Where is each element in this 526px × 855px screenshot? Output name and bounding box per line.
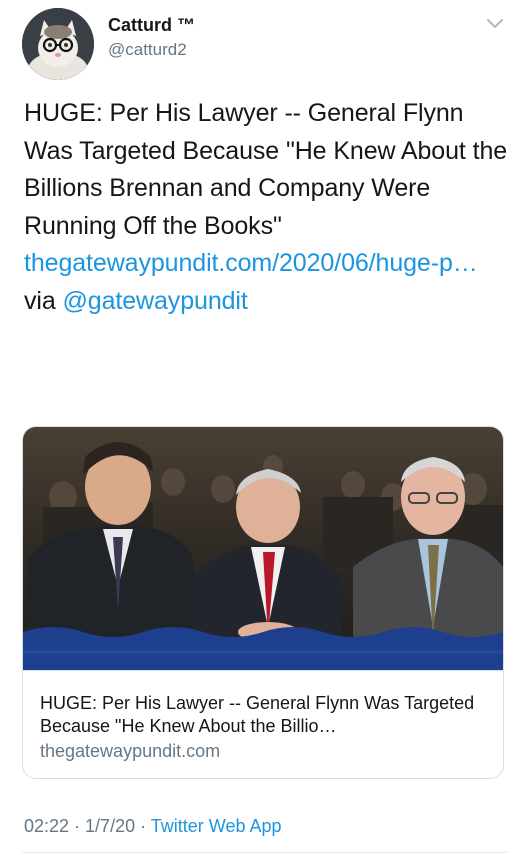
tweet-header: Catturd ™ @catturd2	[22, 8, 508, 80]
divider	[22, 852, 508, 853]
article-link[interactable]: thegatewaypundit.com/​2020/06/huge-p…	[24, 249, 478, 277]
meta-separator-2: ·	[135, 816, 151, 836]
source-app-link[interactable]: Twitter Web App	[151, 816, 282, 836]
tweet-metadata: 02:22 · 1/7/20 · Twitter Web App	[24, 814, 282, 838]
mention-link[interactable]: @gatewaypundit	[63, 287, 248, 315]
tweet-time[interactable]: 02:22	[24, 816, 69, 836]
avatar[interactable]	[22, 8, 94, 80]
card-divider	[23, 670, 503, 671]
display-name[interactable]: Catturd ™	[108, 14, 195, 36]
user-handle[interactable]: @catturd2	[108, 39, 195, 61]
via-text: via	[24, 286, 63, 315]
link-preview-card[interactable]: HUGE: Per His Lawyer -- General Flynn Wa…	[22, 426, 504, 779]
card-title[interactable]: HUGE: Per His Lawyer -- General Flynn Wa…	[40, 692, 490, 738]
meta-separator: ·	[69, 816, 86, 836]
tweet-body: HUGE: Per His Lawyer -- General Flynn Wa…	[24, 99, 508, 240]
tweet-text: HUGE: Per His Lawyer -- General Flynn Wa…	[24, 95, 510, 320]
card-domain: thegatewaypundit.com	[40, 741, 221, 761]
cat-avatar-icon	[22, 8, 94, 80]
card-image[interactable]	[23, 427, 503, 670]
tweet-date[interactable]: 1/7/20	[85, 816, 135, 836]
news-photo	[23, 427, 503, 670]
chevron-down-icon[interactable]	[484, 12, 506, 34]
